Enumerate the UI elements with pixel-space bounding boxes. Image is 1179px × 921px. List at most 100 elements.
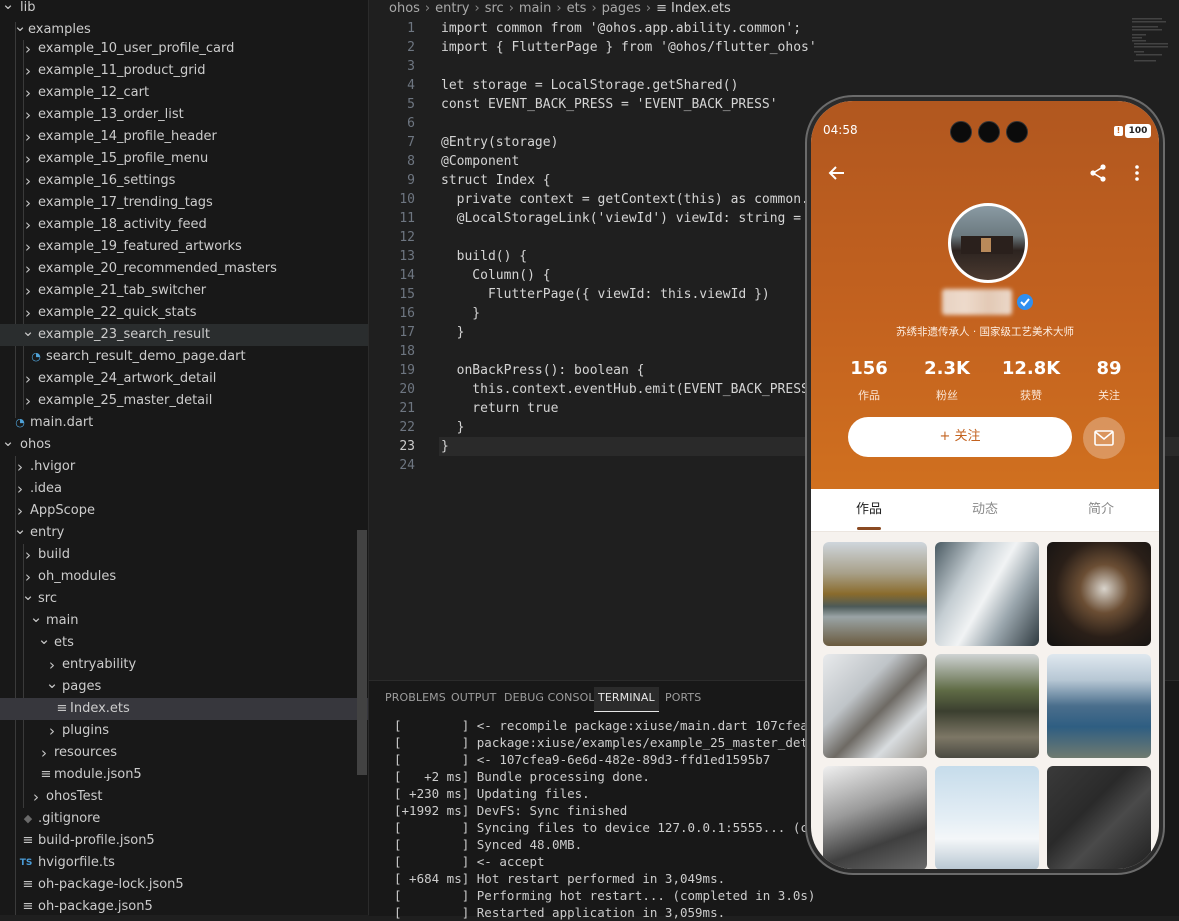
artwork-thumb[interactable] [823,766,927,869]
artwork-thumb[interactable] [823,654,927,758]
chevron-down-icon[interactable]: ⌄ [20,584,36,606]
tree-item[interactable]: ⌄ ohos [0,432,368,456]
tree-item[interactable]: › build [0,544,368,566]
tree-item[interactable]: ⌄ pages [0,674,368,698]
chevron-right-icon[interactable]: › [20,258,36,280]
artwork-thumb[interactable] [1047,654,1151,758]
tree-item[interactable]: ≡ Index.ets [0,698,368,720]
more-vert-icon[interactable] [1131,163,1143,183]
chevron-right-icon[interactable]: › [20,236,36,258]
code-line[interactable]: build() { [441,247,527,266]
sidebar-scrollbar[interactable] [357,530,367,775]
avatar[interactable] [948,203,1028,283]
tree-item[interactable]: ⌄ main [0,608,368,632]
tree-item[interactable]: › ohosTest [0,786,368,808]
chevron-right-icon[interactable]: › [20,368,36,390]
chevron-down-icon[interactable]: ⌄ [12,15,28,37]
chevron-right-icon[interactable]: › [20,104,36,126]
chevron-right-icon[interactable]: › [20,126,36,148]
chevron-right-icon[interactable]: › [20,192,36,214]
tab-ports[interactable]: PORTS [665,687,701,711]
code-line[interactable]: @Entry(storage) [441,133,558,152]
chevron-down-icon[interactable]: ⌄ [36,628,52,650]
chevron-down-icon[interactable]: ⌄ [0,430,16,452]
tree-item[interactable]: › example_14_profile_header [0,126,368,148]
chevron-right-icon[interactable]: › [36,742,52,764]
tab-works[interactable]: 作品 [811,489,927,531]
chevron-right-icon[interactable]: › [20,544,36,566]
chevron-right-icon[interactable]: › [20,280,36,302]
code-line[interactable]: } [441,437,449,456]
tree-item[interactable]: ⌄ src [0,586,368,610]
chevron-down-icon[interactable]: ⌄ [0,0,16,15]
code-line[interactable]: struct Index { [441,171,551,190]
chevron-right-icon[interactable]: › [20,82,36,104]
minimap[interactable] [1132,18,1174,66]
artwork-thumb[interactable] [1047,542,1151,646]
tree-item[interactable]: › example_20_recommended_masters [0,258,368,280]
tree-item[interactable]: › example_22_quick_stats [0,302,368,324]
tree-item[interactable]: › example_12_cart [0,82,368,104]
code-line[interactable]: private context = getContext(this) as co… [441,190,817,209]
tree-item[interactable]: › example_13_order_list [0,104,368,126]
tree-item[interactable]: ◆ .gitignore [0,808,368,830]
message-button[interactable] [1083,417,1125,459]
tree-item[interactable]: ◔ main.dart [0,412,368,434]
breadcrumb-item[interactable]: main [519,1,551,16]
chevron-right-icon[interactable]: › [20,390,36,412]
code-line[interactable]: } [441,418,465,437]
artwork-thumb[interactable] [1047,766,1151,869]
chevron-right-icon[interactable]: › [20,214,36,236]
code-line[interactable]: @Component [441,152,519,171]
code-line[interactable]: import common from '@ohos.app.ability.co… [441,19,801,38]
code-line[interactable]: const EVENT_BACK_PRESS = 'EVENT_BACK_PRE… [441,95,778,114]
code-line[interactable]: this.context.eventHub.emit(EVENT_BACK_PR… [441,380,809,399]
chevron-down-icon[interactable]: ⌄ [20,320,36,342]
tree-item[interactable]: › example_10_user_profile_card [0,38,368,60]
breadcrumb-item[interactable]: entry [435,1,469,16]
tree-item[interactable]: ⌄ ets [0,630,368,654]
breadcrumb-item[interactable]: src [485,1,504,16]
tree-item[interactable]: › example_15_profile_menu [0,148,368,170]
tree-item[interactable]: › .hvigor [0,456,368,478]
tree-item[interactable]: › resources [0,742,368,764]
chevron-down-icon[interactable]: ⌄ [44,672,60,694]
code-line[interactable]: let storage = LocalStorage.getShared() [441,76,738,95]
tree-item[interactable]: › example_16_settings [0,170,368,192]
artwork-thumb[interactable] [823,542,927,646]
chevron-down-icon[interactable]: ⌄ [28,606,44,628]
artwork-thumb[interactable] [935,766,1039,869]
tree-item[interactable]: ≡ oh-package.json5 [0,896,368,915]
breadcrumb-item[interactable]: ohos [389,1,420,16]
code-line[interactable]: Column() { [441,266,550,285]
code-line[interactable]: return true [441,399,558,418]
tree-item[interactable]: ◔ search_result_demo_page.dart [0,346,368,368]
code-line[interactable]: FlutterPage({ viewId: this.viewId }) [441,285,770,304]
share-icon[interactable] [1088,163,1108,183]
tree-item[interactable]: › AppScope [0,500,368,522]
chevron-right-icon[interactable]: › [28,786,44,808]
tree-item[interactable]: › example_18_activity_feed [0,214,368,236]
tab-intro[interactable]: 简介 [1043,489,1159,531]
tree-item[interactable]: › example_25_master_detail [0,390,368,412]
chevron-right-icon[interactable]: › [20,60,36,82]
breadcrumb-item[interactable]: ets [567,1,587,16]
breadcrumb-item[interactable]: pages [602,1,641,16]
chevron-right-icon[interactable]: › [20,170,36,192]
chevron-right-icon[interactable]: › [20,38,36,60]
breadcrumb-item[interactable]: Index.ets [671,1,731,16]
tree-item[interactable]: › example_11_product_grid [0,60,368,82]
tab-activity[interactable]: 动态 [927,489,1043,531]
tab-terminal[interactable]: TERMINAL [594,687,659,712]
tree-item[interactable]: ≡ module.json5 [0,764,368,786]
tree-item[interactable]: › .idea [0,478,368,500]
tree-item[interactable]: ⌄ entry [0,520,368,544]
code-line[interactable]: } [441,323,465,342]
code-line[interactable]: } [441,304,480,323]
chevron-right-icon[interactable]: › [12,456,28,478]
code-line[interactable]: import { FlutterPage } from '@ohos/flutt… [441,38,817,57]
chevron-down-icon[interactable]: ⌄ [12,518,28,540]
tree-item[interactable]: ≡ oh-package-lock.json5 [0,874,368,896]
tab-problems[interactable]: PROBLEMS [385,687,446,711]
back-arrow-icon[interactable] [827,163,847,183]
